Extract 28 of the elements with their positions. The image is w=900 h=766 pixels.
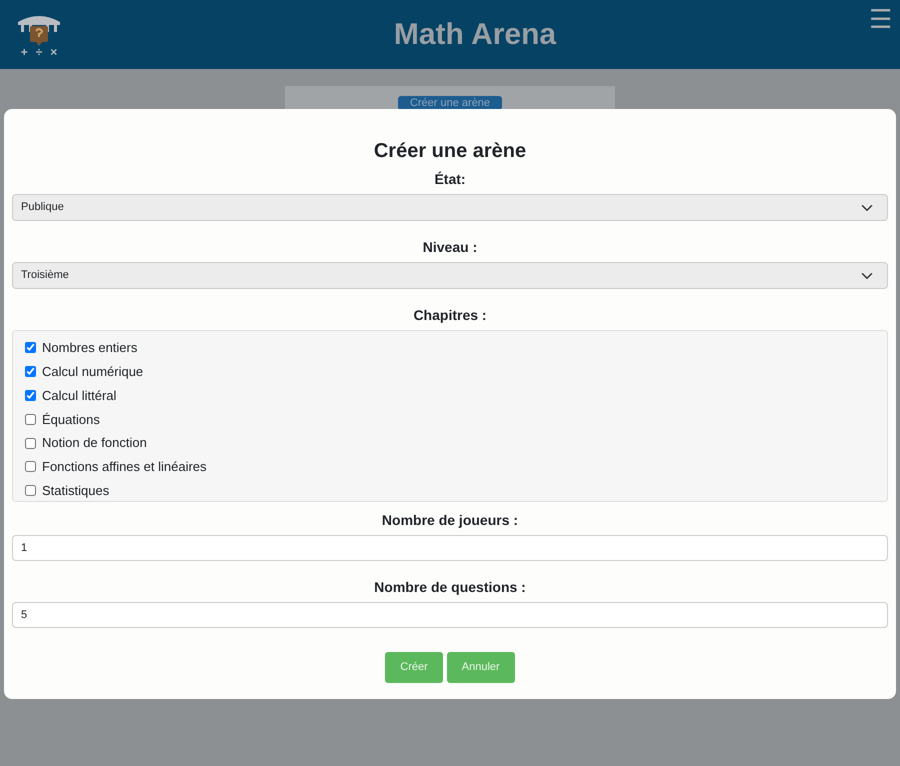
chapter-label: Statistiques	[42, 482, 110, 500]
chapter-label: Calcul littéral	[42, 386, 116, 405]
questions-input[interactable]: 5	[12, 602, 888, 628]
chapter-label: Nombres entiers	[42, 339, 138, 358]
math-symbol: +	[20, 46, 28, 58]
checkbox[interactable]	[25, 438, 36, 449]
level-select[interactable]: Troisième	[12, 262, 888, 289]
checkbox[interactable]	[25, 461, 36, 472]
app-title: Math Arena	[392, 16, 558, 52]
checkbox[interactable]	[25, 366, 36, 378]
players-input[interactable]: 1	[12, 535, 888, 561]
field-label: Niveau :	[422, 238, 478, 257]
checkbox[interactable]	[25, 342, 36, 354]
math-symbol: ×	[50, 46, 58, 58]
chapter-label: Notion de fonction	[42, 434, 147, 452]
math-symbol: ÷	[36, 46, 42, 58]
field-label: Nombre de joueurs :	[380, 511, 520, 530]
checkbox[interactable]	[25, 414, 36, 425]
checkbox[interactable]	[25, 390, 36, 401]
field-label: État:	[433, 170, 467, 189]
chapter-label: Calcul numérique	[42, 362, 144, 381]
dialog-title: Créer une arène	[372, 139, 528, 163]
field-label: Nombre de questions :	[373, 578, 527, 597]
state-select[interactable]: Publique	[12, 194, 888, 221]
field-label: Chapitres :	[412, 306, 488, 325]
chapter-label: Équations	[42, 410, 100, 429]
chapter-label: Fonctions affines et linéaires	[42, 458, 207, 476]
checkbox[interactable]	[25, 485, 36, 496]
